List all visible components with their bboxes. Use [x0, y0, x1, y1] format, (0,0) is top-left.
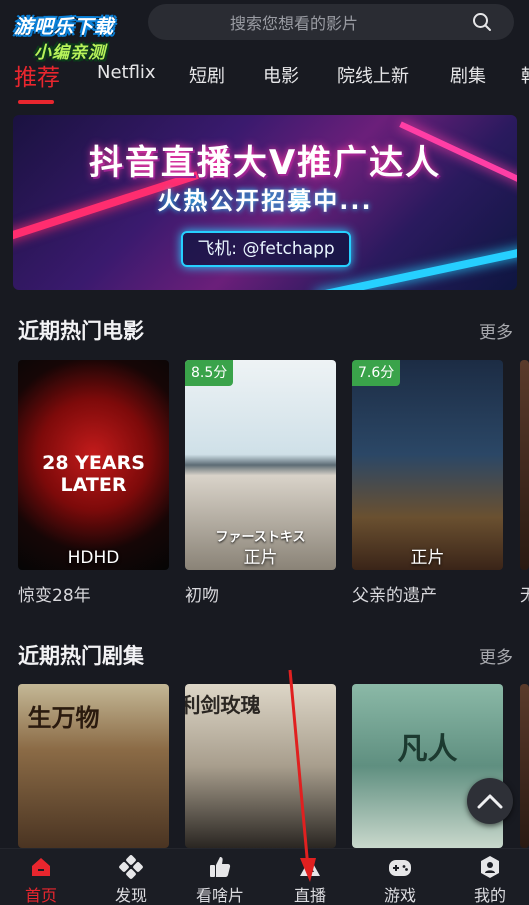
poster-title: 28 YEARS LATER	[42, 452, 145, 496]
banner-subheadline: 火热公开招募中...	[157, 187, 373, 215]
search-placeholder: 搜索您想看的影片	[230, 14, 359, 33]
watermark-line2: 小编亲测	[34, 43, 106, 63]
quality-badge: 正片	[243, 548, 278, 568]
search-bar[interactable]: 搜索您想看的影片	[148, 4, 514, 40]
tab-short-drama[interactable]: 短剧	[189, 62, 225, 88]
tab-netflix[interactable]: Netflix	[97, 62, 156, 83]
poster-title: 凡人	[397, 732, 458, 767]
discover-icon	[119, 855, 143, 879]
tab-series[interactable]: 剧集	[450, 62, 486, 88]
nav-discover-label: 发现	[114, 886, 147, 905]
tab-new-releases[interactable]: 院线上新	[337, 62, 409, 88]
nav-discover[interactable]: 发现	[96, 855, 166, 905]
nav-home[interactable]: 首页	[6, 855, 76, 905]
nav-watch-what-label: 看啥片	[195, 886, 244, 905]
series-card[interactable]: 生万物	[18, 684, 169, 848]
movie-title[interactable]: 惊变28年	[18, 581, 91, 606]
scroll-to-top-button[interactable]	[467, 778, 513, 824]
poster-title: 利剑玫瑰	[185, 693, 261, 717]
bottom-navigation: 首页 发现 看啥片 直播 游戏 我的	[0, 848, 529, 905]
quality-badge: 正片	[410, 548, 445, 568]
poster-title: 生万物	[27, 704, 100, 732]
nav-games-label: 游戏	[383, 886, 416, 905]
active-tab-indicator	[18, 100, 54, 104]
live-icon	[300, 858, 320, 876]
watermark-line1: 游吧乐下载	[14, 16, 115, 38]
search-icon[interactable]	[472, 12, 492, 32]
home-icon	[32, 858, 50, 876]
nav-live-label: 直播	[293, 886, 326, 905]
nav-watch-what[interactable]: 看啥片	[185, 855, 255, 905]
series-section-title: 近期热门剧集	[18, 644, 144, 668]
promo-banner[interactable]: 抖音直播大V推广达人 火热公开招募中... 飞机: @fetchapp	[13, 115, 517, 290]
movies-more-link[interactable]: 更多	[479, 318, 513, 343]
nav-games[interactable]: 游戏	[365, 855, 435, 905]
banner-headline: 抖音直播大V推广达人	[88, 143, 442, 183]
banner-contact: 飞机: @fetchapp	[181, 231, 351, 267]
movie-title[interactable]: 父亲的遗产	[352, 581, 437, 606]
app-screen: 游吧乐下载 小编亲测 搜索您想看的影片 推荐 Netflix 短剧 电影 院线上…	[0, 0, 529, 905]
movie-card[interactable]: 8.5分 ファーストキス 正片	[185, 360, 336, 570]
thumbs-up-icon	[210, 857, 231, 877]
movie-card[interactable]: 7.6分 正片	[352, 360, 503, 570]
quality-badge: HDHD	[67, 548, 120, 568]
movie-card[interactable]: 28 YEARS LATER HDHD	[18, 360, 169, 570]
movie-title[interactable]: 无	[520, 581, 529, 606]
nav-profile-label: 我的	[473, 886, 506, 905]
score-badge: 8.5分	[185, 360, 234, 386]
series-card[interactable]: 凡人	[352, 684, 503, 848]
movie-title[interactable]: 初吻	[185, 581, 219, 606]
profile-icon	[481, 856, 499, 878]
series-card[interactable]: 利剑玫瑰	[185, 684, 336, 848]
gamepad-icon	[389, 860, 411, 876]
top-bar: 游吧乐下载 小编亲测 搜索您想看的影片	[0, 0, 529, 63]
series-more-link[interactable]: 更多	[479, 643, 513, 668]
nav-live[interactable]: 直播	[275, 855, 345, 905]
movies-section-title: 近期热门电影	[18, 319, 144, 343]
nav-home-label: 首页	[24, 886, 57, 905]
movie-card[interactable]	[520, 360, 529, 570]
tab-recommend[interactable]: 推荐	[14, 58, 60, 92]
tab-korean[interactable]: 韩	[521, 62, 529, 88]
score-badge: 7.6分	[352, 360, 401, 386]
series-card[interactable]	[520, 684, 529, 848]
nav-profile[interactable]: 我的	[455, 855, 525, 905]
tab-movies[interactable]: 电影	[263, 62, 299, 88]
watermark-logo: 游吧乐下载 小编亲测	[8, 10, 148, 63]
chevron-up-icon	[477, 794, 503, 809]
